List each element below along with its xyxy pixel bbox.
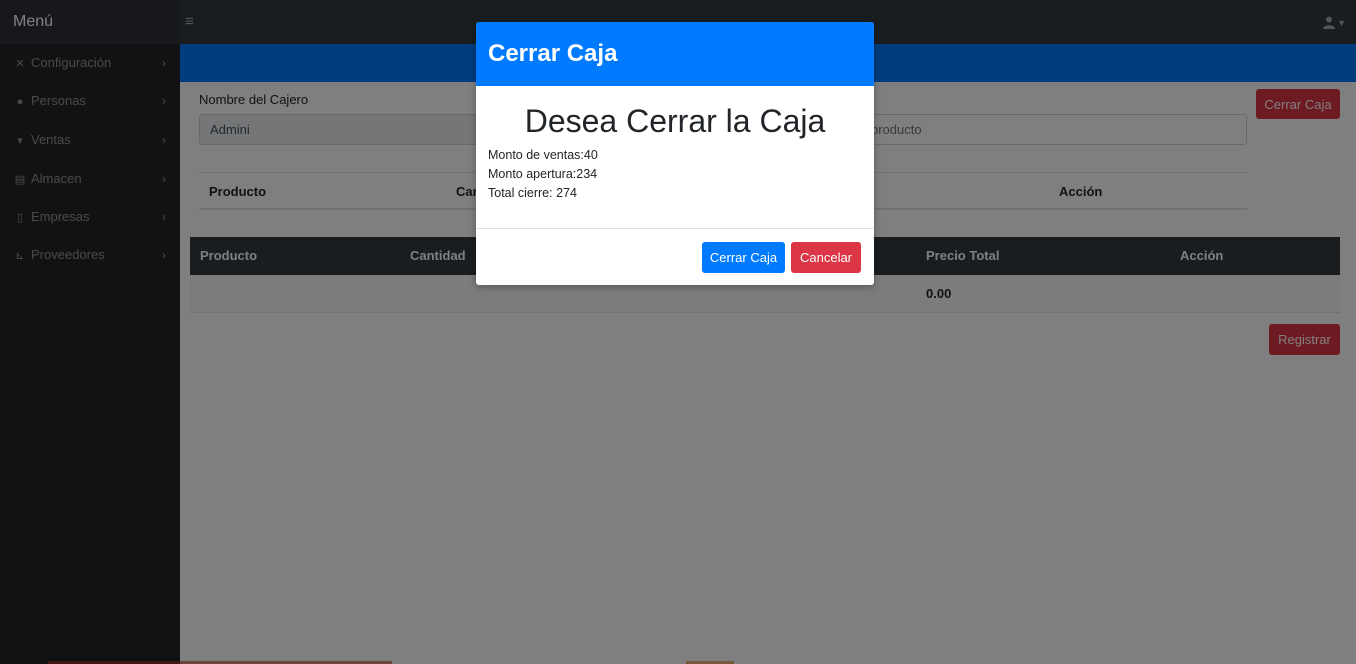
cancel-button[interactable]: Cancelar [791,242,861,273]
monto-ventas-text: Monto de ventas:40 [488,148,598,162]
confirm-cerrar-caja-button[interactable]: Cerrar Caja [702,242,785,273]
cerrar-caja-modal: Cerrar Caja Desea Cerrar la Caja Monto d… [476,22,874,285]
total-cierre-text: Total cierre: 274 [488,186,577,200]
modal-heading: Desea Cerrar la Caja [524,103,826,139]
modal-title: Cerrar Caja [476,22,874,86]
monto-apertura-text: Monto apertura:234 [488,167,598,181]
modal-divider [476,228,874,229]
